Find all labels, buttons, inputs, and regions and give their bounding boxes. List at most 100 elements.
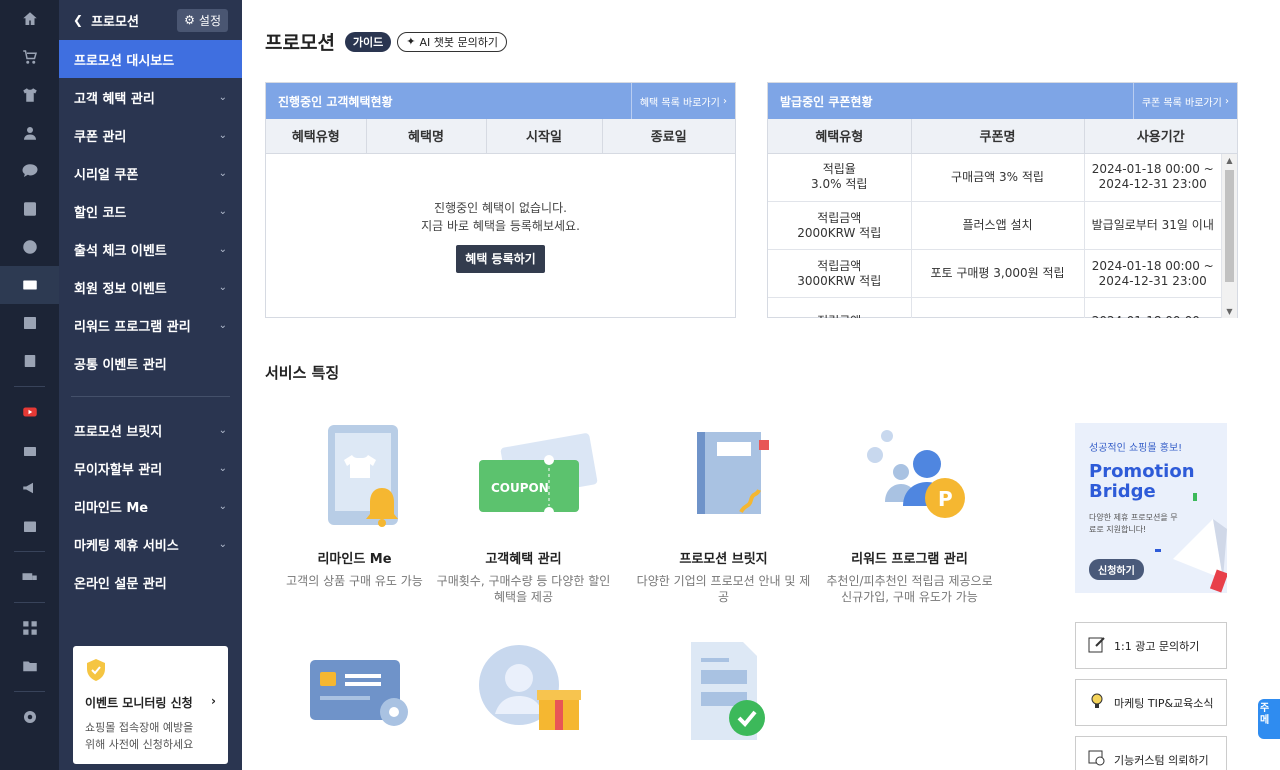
table-cell: 적립금액 2000KRW 적립 — [768, 201, 912, 250]
sidebar-item[interactable]: 공통 이벤트 관리 — [59, 344, 242, 382]
benefits-panel-title: 진행중인 고객혜택현황 — [278, 94, 393, 109]
col-header: 혜택유형 — [266, 119, 367, 154]
sidebar-item[interactable]: 프로모션 브릿지 ⌄ — [59, 411, 242, 449]
document-check-icon — [690, 642, 765, 740]
folder-add-icon[interactable] — [0, 647, 59, 685]
user-gift-icon — [478, 645, 581, 730]
event-monitoring-card[interactable]: 이벤트 모니터링 신청 › 쇼핑몰 접속장애 예방을 위해 사전에 신청하세요 — [73, 646, 228, 764]
board-icon[interactable] — [0, 190, 59, 228]
chevron-left-icon: ❮ — [73, 13, 84, 27]
sidebar-item[interactable]: 온라인 설문 관리 — [59, 563, 242, 601]
coupon-panel-title: 발급중인 쿠폰현황 — [780, 94, 873, 109]
home-icon[interactable] — [0, 0, 59, 38]
user-icon[interactable] — [0, 114, 59, 152]
cart-icon[interactable] — [0, 38, 59, 76]
sidebar-item[interactable]: 리마인드 Me ⌄ — [59, 487, 242, 525]
feature-promotion-bridge[interactable]: 프로모션 브릿지 다양한 기업의 프로모션 안내 및 제공 — [636, 420, 811, 605]
youtube-icon[interactable] — [0, 393, 59, 431]
shop-add-icon[interactable] — [0, 507, 59, 545]
sidebar-item[interactable]: 쿠폰 관리 ⌄ — [59, 116, 242, 154]
benefits-list-link[interactable]: 혜택 목록 바로가기 › — [630, 83, 735, 119]
sidebar-item[interactable]: 할인 코드 ⌄ — [59, 192, 242, 230]
floating-chat-button[interactable]: 주 메 — [1258, 699, 1280, 739]
sidebar-item[interactable]: 고객 혜택 관리 ⌄ — [59, 78, 242, 116]
benefits-panel: 진행중인 고객혜택현황 혜택 목록 바로가기 › 혜택유형 혜택명 시작일 종료… — [265, 82, 736, 318]
store-icon[interactable] — [0, 431, 59, 469]
col-header: 종료일 — [602, 119, 735, 154]
chevron-down-icon: ⌄ — [218, 500, 227, 512]
apply-button[interactable]: 신청하기 — [1089, 559, 1144, 580]
coupon-table-scroll[interactable]: 적립율 3.0% 적립 구매금액 3% 적립 2024-01-18 00:00 ~20… — [768, 153, 1237, 318]
marketing-tip-button[interactable]: 마케팅 TIP&교육소식 — [1075, 679, 1227, 726]
sidebar-item[interactable]: 프로모션 대시보드 — [59, 40, 242, 78]
ad-inquiry-button[interactable]: 1:1 광고 문의하기 — [1075, 622, 1227, 669]
chevron-down-icon: ⌄ — [218, 129, 227, 141]
chat-icon[interactable] — [0, 152, 59, 190]
edit-icon — [1088, 635, 1106, 656]
feature-remind-me[interactable]: 리마인드 Me 고객의 상품 구매 유도 가능 — [267, 420, 442, 589]
page-title: 프로모션 — [265, 32, 335, 54]
feature-desc: 다양한 기업의 프로모션 안내 및 제공 — [636, 574, 811, 604]
svg-text:COUPON: COUPON — [491, 481, 549, 495]
palette-icon[interactable] — [0, 228, 59, 266]
shirt-icon[interactable] — [0, 76, 59, 114]
coupon-list-link[interactable]: 쿠폰 목록 바로가기 › — [1132, 83, 1237, 119]
sidebar-item[interactable]: 회원 정보 이벤트 ⌄ — [59, 268, 242, 306]
chevron-down-icon: ⌄ — [218, 462, 227, 474]
sparkle-icon: ✦ — [406, 35, 416, 48]
table-cell: 적립율 3.0% 적립 — [768, 153, 912, 202]
feature-installment[interactable] — [267, 640, 442, 740]
sidebar-item[interactable]: 출석 체크 이벤트 ⌄ — [59, 230, 242, 268]
guide-badge[interactable]: 가이드 — [344, 31, 392, 52]
truck-icon[interactable] — [0, 558, 59, 596]
chevron-down-icon: ⌄ — [218, 243, 227, 255]
feature-name: 리워드 프로그램 관리 — [851, 552, 968, 567]
col-header: 혜택유형 — [768, 119, 912, 154]
feature-survey[interactable] — [636, 640, 811, 740]
scroll-thumb[interactable] — [1225, 169, 1234, 282]
feature-reward-program[interactable]: P 리워드 프로그램 관리 추천인/피추천인 적립금 제공으로 신규가입, 구매… — [822, 420, 997, 605]
table-row[interactable]: 적립금액 3000KRW 적립 포토 구매평 3,000원 적립 2024-01-18… — [768, 249, 1222, 298]
scroll-down-icon[interactable]: ▼ — [1222, 307, 1237, 316]
feature-customer-benefits[interactable]: COUPON 고객혜택 관리 구매횟수, 구매수량 등 다양한 할인 혜택을 제… — [436, 420, 611, 605]
apps-icon[interactable] — [0, 609, 59, 647]
scroll-up-icon[interactable]: ▲ — [1222, 156, 1237, 165]
sidebar-item[interactable]: 시리얼 쿠폰 ⌄ — [59, 154, 242, 192]
feature-name: 프로모션 브릿지 — [679, 552, 768, 567]
custom-feature-button[interactable]: 기능커스텀 의뢰하기 — [1075, 736, 1227, 770]
table-row[interactable]: 적립율 3.0% 적립 구매금액 3% 적립 2024-01-18 00:00 ~20… — [768, 153, 1222, 202]
chevron-down-icon: ⌄ — [218, 91, 227, 103]
table-row[interactable]: 적립금액 2024-01-18 00:00 ~ — [768, 297, 1222, 318]
promotion-icon[interactable] — [0, 266, 59, 304]
col-header: 혜택명 — [366, 119, 487, 154]
table-cell: 플러스앱 설치 — [911, 201, 1085, 250]
excel-icon[interactable] — [0, 342, 59, 380]
promotion-bridge-banner[interactable]: 성공적인 쇼핑몰 홍보! Promotion Bridge 다양한 제휴 프로모션… — [1075, 423, 1227, 593]
chevron-down-icon: ⌄ — [218, 424, 227, 436]
table-cell: 적립금액 3000KRW 적립 — [768, 249, 912, 298]
table-row[interactable]: 적립금액 2000KRW 적립 플러스앱 설치 발급일로부터 31일 이내 — [768, 201, 1222, 250]
scrollbar[interactable]: ▲ ▼ — [1222, 153, 1237, 318]
feature-name: 리마인드 Me — [317, 552, 392, 567]
col-header: 시작일 — [486, 119, 603, 154]
table-cell: 구매금액 3% 적립 — [911, 153, 1085, 202]
phone-bell-icon — [327, 425, 398, 527]
ai-chatbot-button[interactable]: ✦ AI 챗봇 문의하기 — [397, 31, 507, 52]
gear-icon[interactable] — [0, 698, 59, 736]
megaphone-icon[interactable] — [0, 469, 59, 507]
sidebar-item[interactable]: 리워드 프로그램 관리 ⌄ — [59, 306, 242, 344]
bulb-icon — [1088, 692, 1106, 713]
register-benefit-button[interactable]: 혜택 등록하기 — [456, 244, 545, 273]
stats-icon[interactable] — [0, 304, 59, 342]
table-cell: 발급일로부터 31일 이내 — [1084, 201, 1222, 250]
back-button[interactable]: ❮ 프로모션 — [73, 11, 139, 30]
settings-button[interactable]: ⚙ 설정 — [177, 8, 228, 32]
coupon-panel: 발급중인 쿠폰현황 쿠폰 목록 바로가기 › 혜택유형 쿠폰명 사용기간 적립율… — [767, 82, 1238, 318]
sidebar-item[interactable]: 무이자할부 관리 ⌄ — [59, 449, 242, 487]
sidebar-item[interactable]: 마케팅 제휴 서비스 ⌄ — [59, 525, 242, 563]
chevron-down-icon: ⌄ — [218, 167, 227, 179]
col-header: 쿠폰명 — [911, 119, 1085, 154]
services-title: 서비스 특징 — [265, 364, 340, 382]
feature-member-gift[interactable] — [436, 640, 611, 740]
table-cell: 2024-01-18 00:00 ~2024-12-31 23:00 — [1084, 249, 1222, 298]
